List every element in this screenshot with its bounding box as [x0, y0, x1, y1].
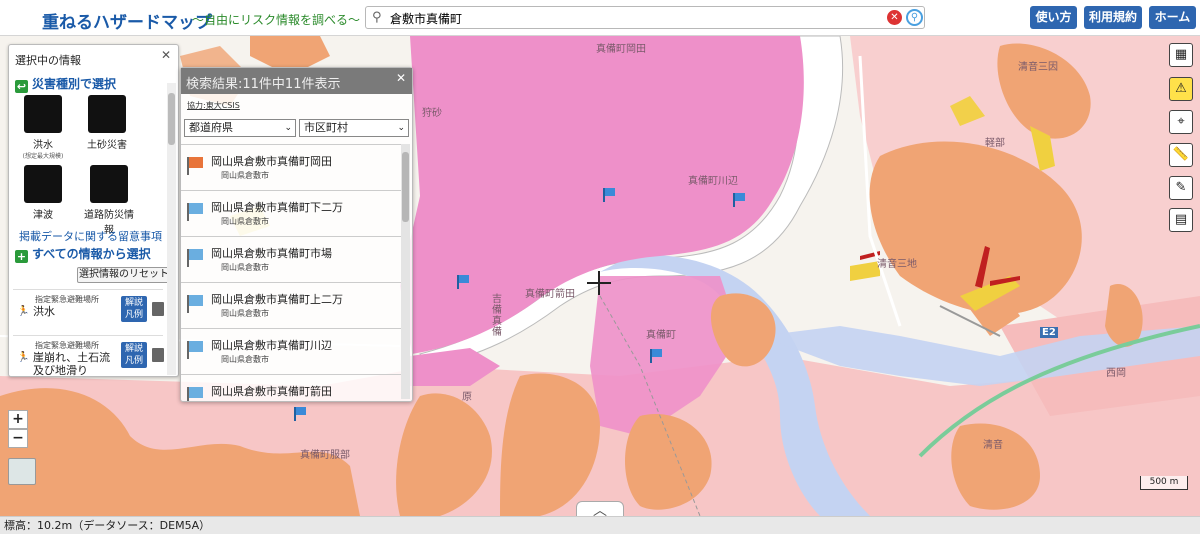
result-item[interactable]: 岡山県倉敷市真備町箭田 [181, 374, 401, 401]
hazard-warning-tool[interactable]: ⚠ [1169, 77, 1193, 101]
map-center-crosshair-icon [587, 271, 611, 295]
flag-icon [187, 203, 203, 221]
clear-search-button[interactable]: ✕ [887, 10, 902, 25]
tsunami-icon [24, 165, 62, 203]
results-title: 検索結果:11件中11件表示 [186, 77, 341, 92]
evacuation-flag-icon[interactable] [650, 349, 662, 363]
hazard-tsunami[interactable]: 津波 [21, 165, 65, 221]
highway-badge: E2 [1040, 327, 1058, 338]
result-item[interactable]: 岡山県倉敷市真備町岡田 岡山県倉敷市 [181, 144, 401, 190]
terms-button[interactable]: 利用規約 [1084, 6, 1142, 29]
evacuation-runner-icon: 🏃 [17, 352, 30, 363]
evacuation-runner-icon: 🏃 [17, 306, 30, 317]
selected-layer-item: 🏃 指定緊急避難場所 洪水 解説 凡例 [13, 289, 164, 333]
result-item[interactable]: 岡山県倉敷市真備町下二万 岡山県倉敷市 [181, 190, 401, 236]
howto-button[interactable]: 使い方 [1030, 6, 1077, 29]
legend-button[interactable]: 解説 凡例 [121, 296, 147, 322]
scale-bar: 500 m [1140, 476, 1188, 490]
result-item[interactable]: 岡山県倉敷市真備町市場 岡山県倉敷市 [181, 236, 401, 282]
landslide-icon [88, 95, 126, 133]
result-item[interactable]: 岡山県倉敷市真備町川辺 岡山県倉敷市 [181, 328, 401, 374]
place-label: 西岡 [1106, 368, 1126, 379]
evacuation-flag-icon[interactable] [603, 188, 615, 202]
plus-icon: + [15, 250, 28, 263]
app-title[interactable]: 重ねるハザードマップ [42, 8, 212, 33]
chevron-down-icon: ⌄ [284, 123, 292, 133]
result-item[interactable]: 岡山県倉敷市真備町上二万 岡山県倉敷市 [181, 282, 401, 328]
place-label: 真備町川辺 [688, 176, 738, 187]
layer-list-tool[interactable]: ▦ [1169, 43, 1193, 67]
close-icon[interactable]: ✕ [161, 48, 171, 62]
chevron-down-icon: ⌄ [397, 123, 405, 133]
prefecture-select[interactable]: 都道府県 ⌄ [184, 119, 296, 137]
all-info-header[interactable]: + すべての情報から選択 [15, 245, 151, 263]
data-notice-link[interactable]: 掲載データに関する留意事項 [19, 228, 162, 244]
flag-icon [187, 387, 203, 401]
back-icon: ↩ [15, 80, 28, 93]
place-label: 真備町 [646, 330, 676, 341]
place-label: 清音 [983, 440, 1003, 451]
app-header: 重ねるハザードマップ 〜自由にリスク情報を調べる〜 ⚲ ✕ ⚲ 使い方 利用規約… [0, 0, 1200, 36]
place-label: 原 [462, 392, 472, 403]
search-submit-button[interactable]: ⚲ [906, 9, 923, 26]
flag-icon [187, 295, 203, 313]
flag-icon [187, 249, 203, 267]
evacuation-flag-icon[interactable] [733, 193, 745, 207]
by-type-header[interactable]: ↩ 災害種別で選択 [15, 75, 116, 93]
credit-link[interactable]: 協力:東大CSIS [187, 100, 240, 111]
base-map-switch-button[interactable] [8, 458, 36, 485]
city-select[interactable]: 市区町村 ⌄ [299, 119, 409, 137]
draw-tool[interactable]: ✎ [1169, 176, 1193, 200]
reset-selection-button[interactable]: 選択情報のリセット [77, 267, 171, 283]
toolbox-icon: ▤ [1174, 212, 1188, 227]
trash-icon[interactable] [152, 348, 164, 362]
hazard-flood[interactable]: 洪水 (想定最大規模) [21, 95, 65, 160]
flag-icon [187, 341, 203, 359]
info-panel-title: 選択中の情報 [15, 54, 81, 67]
evacuation-flag-icon[interactable] [294, 407, 306, 421]
location-tool[interactable]: ⌖ [1169, 110, 1193, 134]
results-header: 検索結果:11件中11件表示 ✕ [181, 68, 412, 94]
elevation-footer: 標高：10.2m（データソース：DEM5A） [0, 516, 1200, 534]
place-label: 狩砂 [422, 108, 442, 119]
place-label: 真備町岡田 [596, 44, 646, 55]
search-input[interactable] [390, 9, 870, 27]
measure-tool[interactable]: 📏 [1169, 143, 1193, 167]
trash-icon[interactable] [152, 302, 164, 316]
search-results-panel: 検索結果:11件中11件表示 ✕ 協力:東大CSIS 都道府県 ⌄ 市区町村 ⌄ 岡… [180, 67, 413, 402]
search-icon: ⚲ [372, 10, 382, 25]
place-label: 軽部 [985, 138, 1005, 149]
selected-info-panel: 選択中の情報 ✕ ↩ 災害種別で選択 洪水 (想定最大規模) 土砂災害 津波 道路… [8, 44, 179, 377]
map-layers-icon: ▦ [1174, 47, 1188, 62]
place-label: 清音三因 [1018, 62, 1058, 73]
info-panel-scrollbar[interactable] [167, 83, 176, 375]
hazard-road[interactable]: 道路防災情報 [83, 165, 135, 236]
warning-icon: ⚠ [1175, 81, 1187, 96]
app-subtitle: 〜自由にリスク情報を調べる〜 [192, 13, 361, 27]
results-scrollbar[interactable] [401, 144, 410, 399]
toolbox-tool[interactable]: ▤ [1169, 208, 1193, 232]
close-icon[interactable]: ✕ [396, 71, 406, 85]
ruler-icon: 📏 [1172, 147, 1190, 162]
search-box: ⚲ ✕ ⚲ [365, 6, 925, 29]
zoom-in-button[interactable]: + [8, 410, 28, 429]
map-pin-icon: ⌖ [1177, 114, 1185, 129]
place-label: 清音三地 [877, 259, 917, 270]
home-button[interactable]: ホーム [1149, 6, 1196, 29]
place-label: 真備町服部 [300, 450, 350, 461]
place-label: 真備町箭田 [525, 289, 575, 300]
road-disaster-icon [90, 165, 128, 203]
hazard-landslide[interactable]: 土砂災害 [85, 95, 129, 151]
flag-icon [187, 157, 203, 175]
pencil-icon: ✎ [1175, 180, 1187, 195]
zoom-out-button[interactable]: − [8, 429, 28, 448]
flood-icon [24, 95, 62, 133]
selected-layer-item: 🏃 指定緊急避難場所 崖崩れ、土石流及び地滑り 解説 凡例 [13, 335, 164, 379]
place-label: 吉備真備 [492, 294, 502, 338]
evacuation-flag-icon[interactable] [457, 275, 469, 289]
legend-button[interactable]: 解説 凡例 [121, 342, 147, 368]
